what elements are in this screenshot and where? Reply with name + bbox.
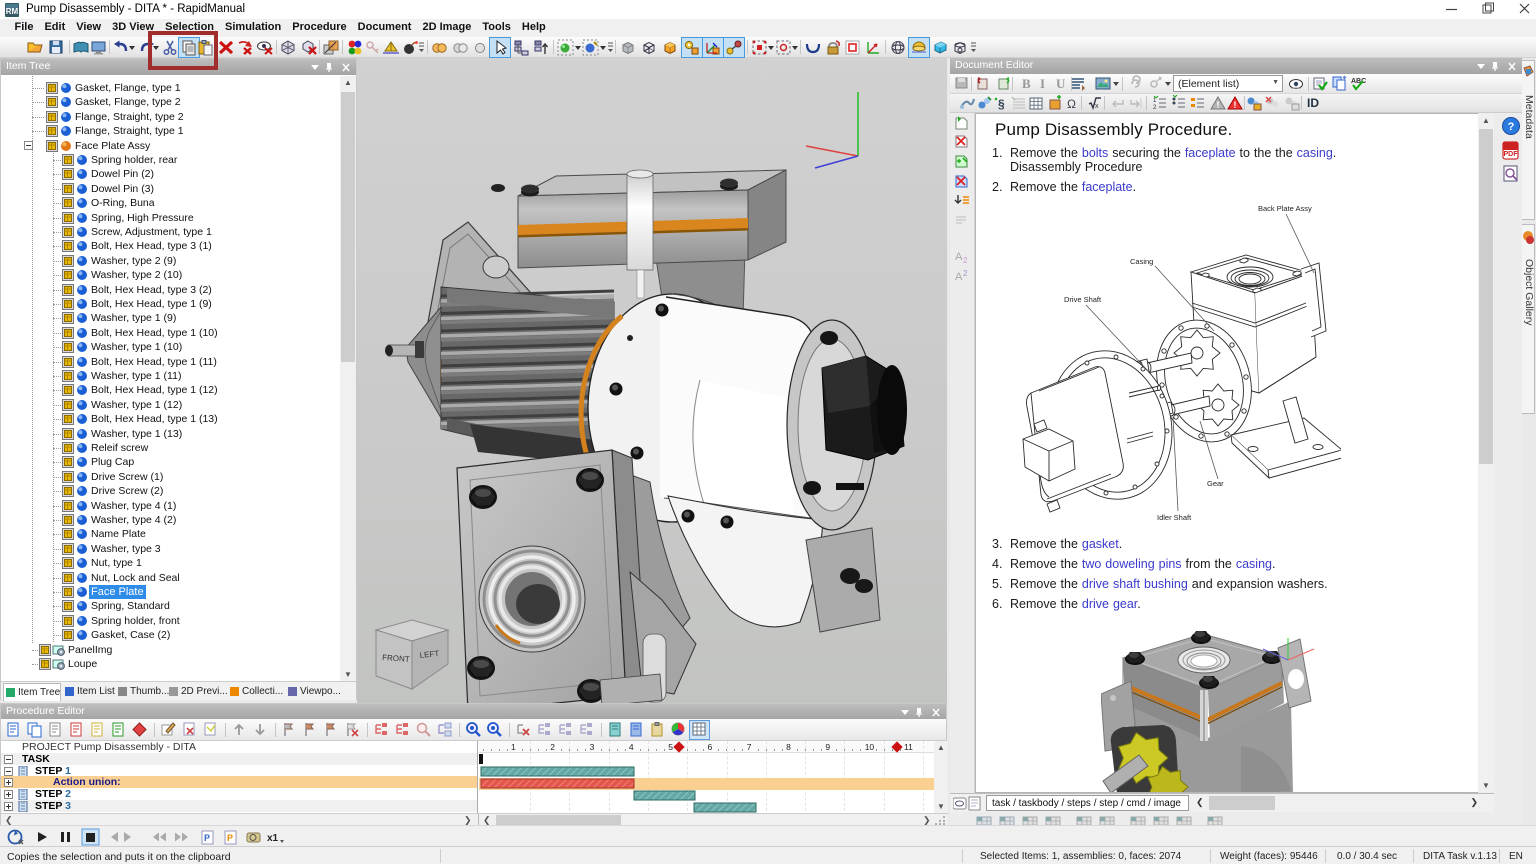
svg-text:Drive Shaft: Drive Shaft [1064,295,1102,304]
svg-text:PDF: PDF [1504,151,1519,158]
svg-text:2: 2 [963,256,968,264]
svg-text:!: ! [1217,100,1220,110]
svg-text:FRONT: FRONT [382,653,410,664]
svg-text:Casing: Casing [1130,257,1153,266]
svg-text:x1: x1 [267,833,279,844]
svg-text:Ω: Ω [1067,97,1076,111]
svg-text:2: 2 [963,269,968,278]
svg-text:x: x [1095,103,1099,110]
svg-text:RM: RM [6,7,19,16]
svg-text:§: § [998,97,1005,111]
svg-text:Gear: Gear [1207,479,1224,488]
svg-text:Idler Shaft: Idler Shaft [1157,513,1192,522]
svg-text:2: 2 [1153,105,1157,111]
svg-text:P: P [204,833,210,843]
svg-text:?: ? [1508,121,1515,133]
svg-text:A: A [955,271,963,283]
svg-text:A: A [955,251,963,263]
svg-text:1: 1 [1153,98,1157,104]
svg-text:P: P [227,833,233,843]
svg-text:ABC: ABC [1351,78,1366,85]
svg-text:Back Plate Assy: Back Plate Assy [1258,204,1312,213]
svg-text:!: ! [1234,100,1237,110]
